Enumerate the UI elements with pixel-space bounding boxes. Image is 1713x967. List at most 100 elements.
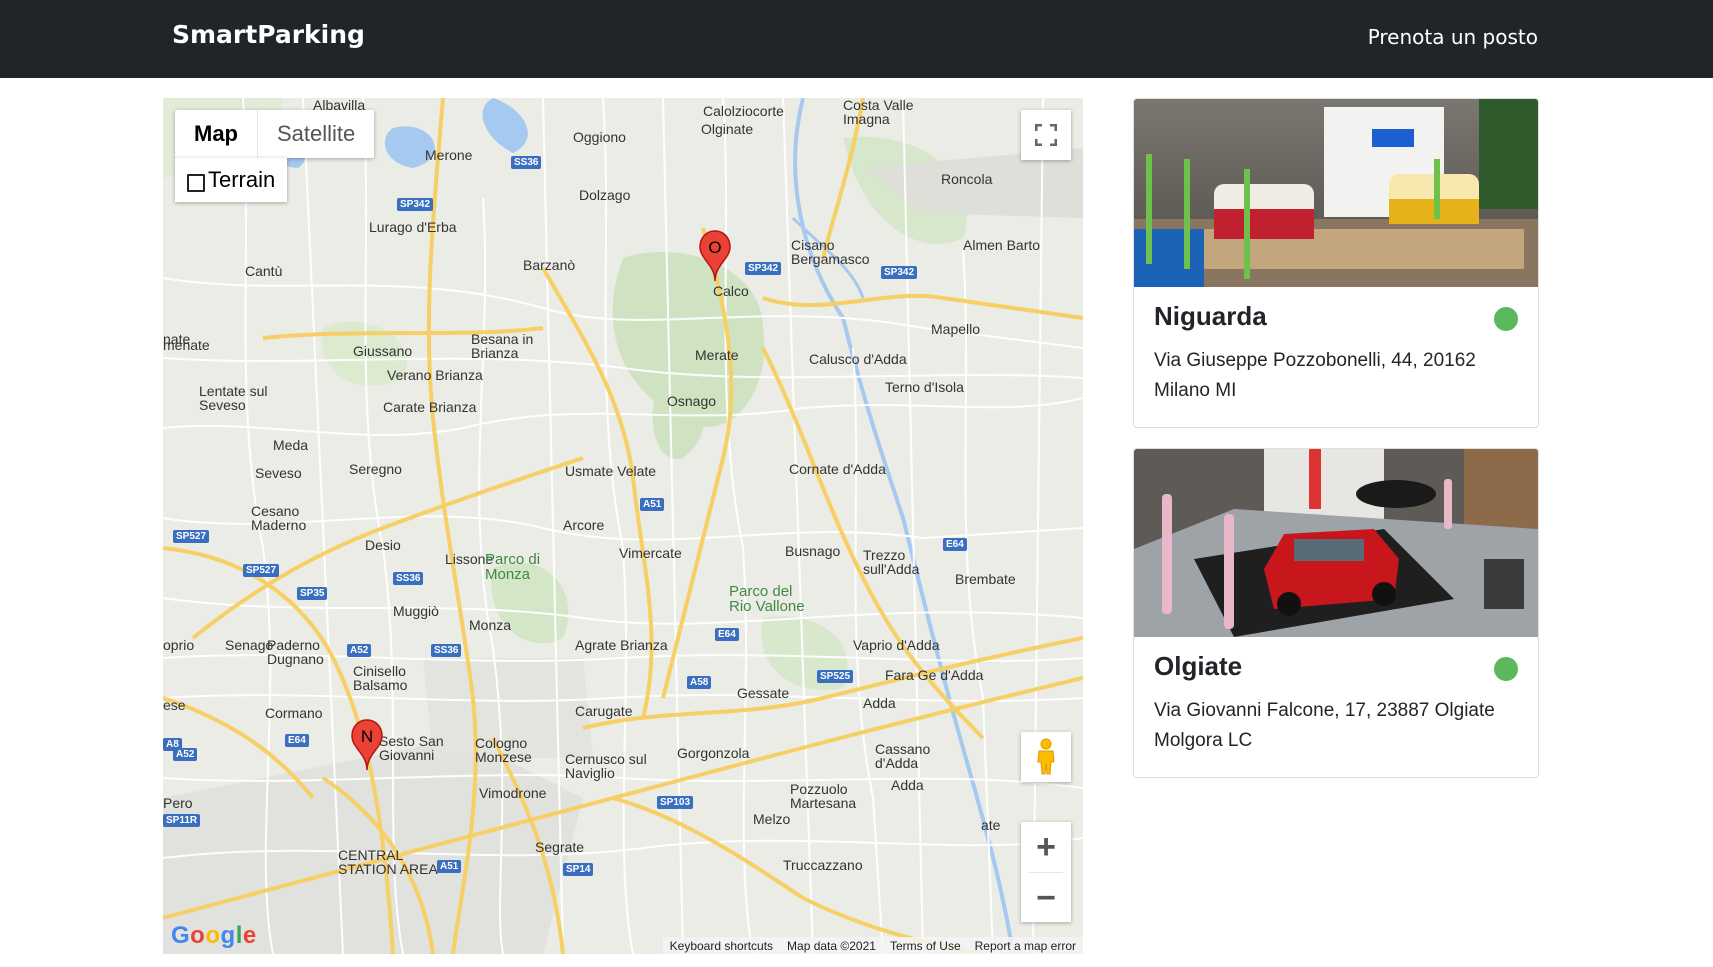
map-place-label: E64 — [285, 734, 309, 747]
google-logo[interactable]: Google — [171, 922, 257, 950]
parking-title: Niguarda — [1154, 301, 1267, 331]
terrain-toggle[interactable]: Terrain — [175, 158, 287, 202]
map-place-label: Muggiò — [393, 603, 439, 619]
map-place-label: Calco — [713, 283, 749, 299]
map-place-label: Gessate — [737, 685, 790, 701]
map-place-label: Monza — [469, 617, 512, 633]
parking-address: Via Giovanni Falcone, 17, 23887 Olgiate … — [1154, 700, 1495, 751]
map-place-label: Cassano d'Adda — [875, 741, 931, 771]
street-view-pegman[interactable] — [1021, 732, 1071, 782]
map-place-label: Pero — [163, 795, 193, 811]
parking-card-olgiate[interactable]: Olgiate Via Giovanni Falcone, 17, 23887 … — [1133, 448, 1539, 778]
map-place-label: Cinisello Balsamo — [353, 663, 408, 693]
zoom-control: + − — [1021, 822, 1071, 922]
map-place-label: A58 — [687, 676, 712, 689]
pegman-icon — [1037, 738, 1055, 775]
map-place-label: Carate Brianza — [383, 399, 477, 415]
map-place-label: SS36 — [393, 572, 424, 585]
terrain-checkbox[interactable] — [187, 174, 205, 192]
map-place-label: Cantù — [245, 263, 283, 279]
map-place-label: Besana in Brianza — [471, 331, 534, 361]
map-place-label: SP14 — [563, 863, 594, 876]
parking-photo-olgiate — [1134, 449, 1538, 637]
map-place-label: Brembate — [955, 571, 1016, 587]
map-place-label: SS36 — [431, 644, 462, 657]
map-place-label: Parco del Rio Vallone — [729, 583, 805, 615]
keyboard-shortcuts-link[interactable]: Keyboard shortcuts — [663, 939, 780, 953]
map-place-label: Truccazzano — [783, 857, 863, 873]
map-place-label: Arcore — [563, 517, 605, 533]
marker-label: N — [360, 727, 374, 746]
map-place-label: SP342 — [397, 198, 434, 211]
map-place-label: Cornate d'Adda — [789, 461, 886, 477]
map-place-label: Seveso — [255, 465, 302, 481]
map-place-label: Vimodrone — [479, 785, 547, 801]
map-place-label: nate — [163, 331, 191, 347]
navbar: SmartParking Prenota un posto — [0, 0, 1713, 78]
fullscreen-icon — [1035, 124, 1057, 146]
fullscreen-button[interactable] — [1021, 110, 1071, 160]
map-place-label: Usmate Velate — [565, 463, 657, 479]
map-type-map-button[interactable]: Map — [175, 110, 257, 158]
map-place-label: Lentate sul Seveso — [199, 383, 268, 413]
map-place-label: Osnago — [667, 393, 717, 409]
map-place-label: oprio — [163, 637, 195, 653]
map-place-label: Agrate Brianza — [575, 637, 668, 653]
map-place-label: Terno d'Isola — [885, 379, 964, 395]
map-place-label: Vimercate — [619, 545, 682, 561]
map-place-label: Calusco d'Adda — [809, 351, 907, 367]
parking-title: Olgiate — [1154, 651, 1243, 681]
map-place-label: Cologno Monzese — [475, 735, 532, 765]
report-map-error-link[interactable]: Report a map error — [968, 939, 1083, 953]
nav-link-prenota[interactable]: Prenota un posto — [1368, 25, 1538, 49]
map-place-label: E64 — [715, 628, 739, 641]
map-place-label: Calolziocorte — [703, 103, 784, 119]
map-place-label: Cisano Bergamasco — [791, 237, 870, 267]
map-place-label: Cormano — [265, 705, 323, 721]
map-place-label: ate — [981, 817, 1001, 833]
map-place-label: Desio — [365, 537, 401, 553]
availability-status-dot — [1494, 657, 1518, 681]
terms-of-use-link[interactable]: Terms of Use — [883, 939, 968, 953]
parking-card-niguarda[interactable]: Niguarda Via Giuseppe Pozzobonelli, 44, … — [1133, 98, 1539, 428]
map-attribution: Keyboard shortcuts Map data ©2021 Terms … — [662, 937, 1083, 954]
zoom-in-button[interactable]: + — [1021, 822, 1071, 872]
brand-link[interactable]: SmartParking — [172, 20, 365, 49]
zoom-out-button[interactable]: − — [1021, 873, 1071, 923]
map-place-label: Gorgonzola — [677, 745, 750, 761]
map-place-label: Fara Ge d'Adda — [885, 667, 984, 683]
map-place-label: Adda — [891, 777, 924, 793]
map-type-satellite-button[interactable]: Satellite — [257, 110, 374, 158]
map-place-label: SP103 — [657, 796, 694, 809]
map-marker-niguarda[interactable]: N — [351, 719, 383, 771]
map-place-label: SP527 — [173, 530, 210, 543]
map-place-label: CENTRAL STATION AREA — [338, 847, 438, 877]
map-place-label: Cesano Maderno — [251, 503, 307, 533]
map-place-label: Giussano — [353, 343, 413, 359]
map-place-label: Dolzago — [579, 187, 631, 203]
map-place-label: SP35 — [297, 587, 328, 600]
terrain-label: Terrain — [208, 167, 276, 192]
map-place-label: Seregno — [349, 461, 402, 477]
map-place-label: Merate — [695, 347, 739, 363]
map-place-label: Melzo — [753, 811, 791, 827]
map-place-label: E64 — [943, 538, 967, 551]
marker-label: O — [708, 238, 722, 257]
map-place-label: SP11R — [163, 814, 201, 827]
map-place-label: Trezzo sull'Adda — [863, 547, 920, 577]
map-place-label: Vaprio d'Adda — [853, 637, 940, 653]
map-place-label: Cernusco sul Naviglio — [565, 751, 647, 781]
map-place-label: Mapello — [931, 321, 981, 337]
parking-address: Via Giuseppe Pozzobonelli, 44, 20162 Mil… — [1154, 350, 1476, 401]
map-place-label: Segrate — [535, 839, 585, 855]
map-place-label: A52 — [173, 748, 198, 761]
map-place-label: Verano Brianza — [387, 367, 483, 383]
map-place-label: Barzanò — [523, 257, 576, 273]
map-place-label: SP525 — [817, 670, 854, 683]
map-view[interactable]: Albavilla Calolziocorte Costa Valle Imagna… — [163, 98, 1083, 954]
map-place-label: Roncola — [941, 171, 993, 187]
map-place-label: Sesto San Giovanni — [379, 733, 444, 763]
map-type-control: Map Satellite — [175, 110, 375, 158]
map-place-label: SS36 — [511, 156, 542, 169]
map-marker-olgiate[interactable]: O — [699, 230, 731, 282]
